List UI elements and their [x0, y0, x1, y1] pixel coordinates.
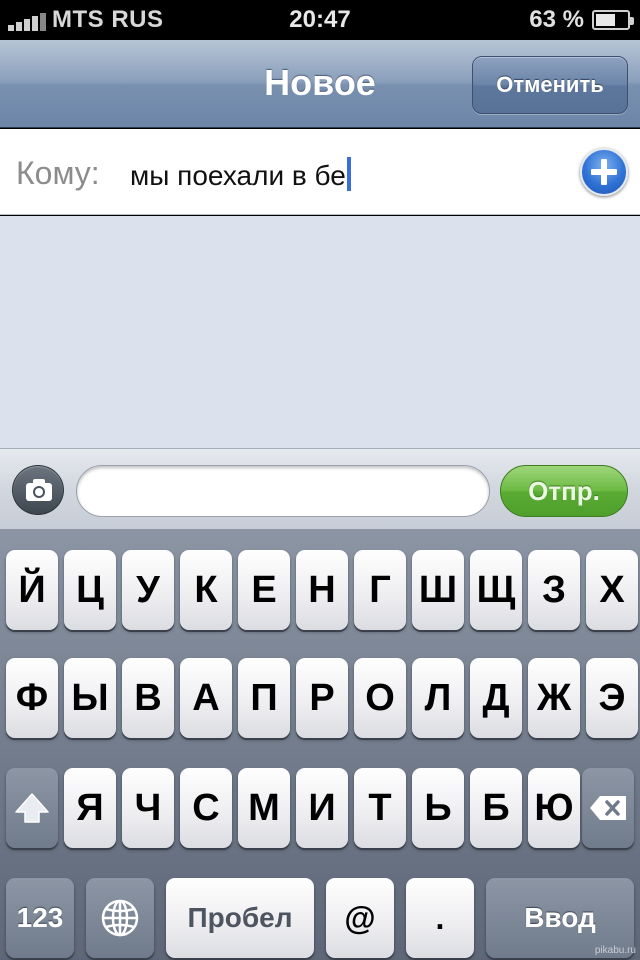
key-letter[interactable]: Ь — [412, 768, 464, 848]
key-letter[interactable]: У — [122, 550, 174, 630]
key-letter[interactable]: В — [122, 658, 174, 738]
space-key[interactable]: Пробел — [166, 878, 314, 958]
camera-icon — [26, 479, 52, 501]
shift-arrow-icon — [15, 793, 49, 823]
key-letter[interactable]: И — [296, 768, 348, 848]
conversation-area — [0, 216, 640, 448]
cancel-button[interactable]: Отменить — [472, 56, 628, 114]
key-letter[interactable]: Л — [412, 658, 464, 738]
watermark: pikabu.ru — [594, 945, 636, 956]
key-letter[interactable]: Ш — [412, 550, 464, 630]
shift-key[interactable] — [6, 768, 58, 848]
key-letter[interactable]: Ы — [64, 658, 116, 738]
key-letter[interactable]: Щ — [470, 550, 522, 630]
key-letter[interactable]: Й — [6, 550, 58, 630]
recipient-row[interactable]: Кому: мы поехали в бе — [0, 129, 640, 215]
camera-button[interactable] — [12, 465, 64, 515]
battery-percent: 63 % — [529, 6, 584, 33]
message-input[interactable] — [76, 465, 490, 517]
battery-icon — [592, 10, 634, 30]
numbers-key[interactable]: 123 — [6, 878, 74, 958]
key-letter[interactable]: П — [238, 658, 290, 738]
key-letter[interactable]: Е — [238, 550, 290, 630]
key-letter[interactable]: Ч — [122, 768, 174, 848]
key-letter[interactable]: Р — [296, 658, 348, 738]
key-letter[interactable]: З — [528, 550, 580, 630]
key-letter[interactable]: К — [180, 550, 232, 630]
key-letter[interactable]: Ф — [6, 658, 58, 738]
key-letter[interactable]: Н — [296, 550, 348, 630]
backspace-key[interactable] — [582, 768, 634, 848]
at-key[interactable]: @ — [326, 878, 394, 958]
key-letter[interactable]: Э — [586, 658, 638, 738]
key-letter[interactable]: О — [354, 658, 406, 738]
recipient-input-text: мы поехали в бе — [130, 160, 346, 191]
text-caret — [346, 157, 351, 191]
key-letter[interactable]: Д — [470, 658, 522, 738]
key-letter[interactable]: Х — [586, 550, 638, 630]
globe-key[interactable] — [86, 878, 154, 958]
plus-circle-icon — [591, 159, 617, 185]
key-letter[interactable]: М — [238, 768, 290, 848]
key-letter[interactable]: А — [180, 658, 232, 738]
backspace-icon — [590, 796, 626, 820]
status-bar: MTS RUS 20:47 63 % — [0, 0, 640, 40]
key-letter[interactable]: Б — [470, 768, 522, 848]
battery-fill — [596, 14, 615, 26]
key-letter[interactable]: Г — [354, 550, 406, 630]
add-contact-button[interactable] — [580, 148, 628, 196]
key-letter[interactable]: Ю — [528, 768, 580, 848]
navigation-bar: Новое Отменить — [0, 40, 640, 128]
compose-bar: Отпр. — [0, 448, 640, 530]
dot-key[interactable]: . — [406, 878, 474, 958]
globe-icon — [101, 899, 139, 937]
key-letter[interactable]: Ж — [528, 658, 580, 738]
recipient-label: Кому: — [16, 155, 100, 191]
key-letter[interactable]: Ц — [64, 550, 116, 630]
recipient-input[interactable]: мы поехали в бе — [130, 157, 351, 192]
key-letter[interactable]: С — [180, 768, 232, 848]
key-letter[interactable]: Т — [354, 768, 406, 848]
key-letter[interactable]: Я — [64, 768, 116, 848]
keyboard: 123 Пробел @ . Ввод ЙЦУКЕНГШЩЗХФЫВАПРОЛД… — [0, 530, 640, 960]
send-button[interactable]: Отпр. — [500, 465, 628, 517]
